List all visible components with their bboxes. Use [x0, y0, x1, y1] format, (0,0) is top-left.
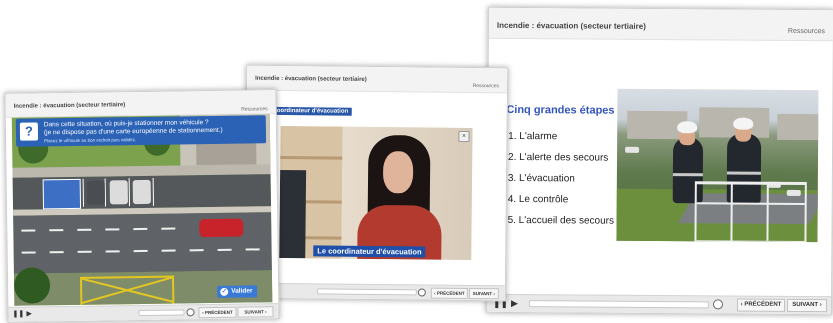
step-item: 3. L'évacuation: [507, 172, 575, 185]
step-item: 5. L'accueil des secours: [507, 214, 615, 227]
window-title: Incendie : évacuation (secteur tertiaire…: [255, 75, 367, 83]
step-item: 1. L'alarme: [508, 130, 558, 143]
road-marking: [245, 248, 260, 251]
resources-link[interactable]: Ressources: [473, 83, 499, 89]
next-button[interactable]: SUIVANT ›: [468, 287, 499, 300]
video-caption: Le coordinateur d'évacuation: [313, 245, 426, 258]
speaker-face: [382, 151, 414, 194]
question-icon: ?: [19, 122, 39, 141]
road-marking: [217, 248, 232, 251]
volume-knob[interactable]: [417, 288, 426, 297]
steps-heading: Cinq grandes étapes :: [506, 103, 622, 117]
lesson-window-middle: Incendie : évacuation (secteur tertiaire…: [243, 64, 509, 302]
road-marking: [77, 228, 92, 231]
reflective-stripe: [726, 171, 761, 175]
close-icon[interactable]: ×: [458, 130, 470, 142]
shelf-board: [280, 155, 343, 160]
road-marking: [105, 228, 120, 231]
resources-link[interactable]: Ressources: [241, 106, 267, 112]
parked-car: [132, 179, 151, 205]
photo-car: [625, 146, 640, 153]
window-title: Incendie : évacuation (secteur tertiaire…: [496, 20, 646, 31]
play-icon[interactable]: ▶: [511, 298, 518, 309]
window-titlebar: Incendie : évacuation (secteur tertiaire…: [246, 65, 508, 94]
road-marking: [21, 251, 36, 254]
window-titlebar: Incendie : évacuation (secteur tertiaire…: [488, 7, 833, 42]
previous-button[interactable]: ‹ PRÉCÉDENT: [198, 306, 237, 319]
resources-link[interactable]: Ressources: [788, 28, 825, 35]
question-subtext: (je ne dispose pas d'une carte européenn…: [43, 126, 223, 137]
instruction-hint: Placez le véhicule au bon endroit puis v…: [44, 137, 137, 144]
step-item: 2. L'alerte des secours: [507, 151, 609, 164]
next-button[interactable]: SUIVANT ›: [786, 298, 828, 313]
steps-list: 1. L'alarme 2. L'alerte des secours 3. L…: [508, 126, 615, 232]
volume-knob[interactable]: [186, 308, 195, 317]
question-banner: ? Dans cette situation, où puis-je stati…: [15, 115, 267, 147]
road-marking: [161, 227, 176, 230]
road-marking: [105, 250, 120, 253]
player-controls: ❚❚ ▶ ‹ PRÉCÉDENT SUIVANT ›: [486, 293, 832, 315]
basket-rail: [730, 184, 733, 241]
progress-track[interactable]: [528, 300, 710, 309]
road-marking: [189, 249, 204, 252]
player-controls: ❚❚ ▶ ‹ PRÉCÉDENT SUIVANT ›: [244, 282, 505, 301]
lesson-window-back: Incendie : évacuation (secteur tertiaire…: [485, 6, 833, 316]
video-monitor: [279, 169, 307, 259]
pause-icon[interactable]: ❚❚: [12, 310, 24, 318]
road-marking: [49, 251, 64, 254]
previous-button[interactable]: ‹ PRÉCÉDENT: [736, 298, 786, 312]
aerial-basket: [694, 181, 807, 243]
progress-track[interactable]: [316, 288, 417, 296]
next-button[interactable]: SUIVANT ›: [237, 306, 274, 318]
draggable-red-car[interactable]: [199, 218, 244, 238]
validate-button[interactable]: ✓ Valider: [217, 285, 258, 298]
play-icon[interactable]: ▶: [26, 310, 31, 318]
check-icon: ✓: [220, 287, 229, 296]
basket-rail: [766, 184, 769, 241]
firefighters-photo: [616, 88, 819, 243]
basket-rail: [696, 202, 805, 206]
parked-car: [86, 180, 105, 205]
window-title: Incendie : évacuation (secteur tertiaire…: [13, 102, 126, 110]
step-item: 4. Le contrôle: [507, 193, 569, 206]
volume-knob[interactable]: [712, 299, 724, 310]
progress-track[interactable]: [138, 309, 185, 317]
parked-car: [109, 180, 128, 205]
photo-building: [777, 113, 819, 141]
road-marking: [21, 229, 36, 232]
helmet-icon: [733, 117, 754, 130]
validate-label: Valider: [231, 287, 253, 295]
road-marking: [49, 229, 64, 232]
player-controls: ❚❚ ▶ ‹ PRÉCÉDENT SUIVANT ›: [8, 303, 279, 322]
road-marking: [161, 249, 176, 252]
road-marking: [77, 250, 92, 253]
helmet-icon: [677, 121, 698, 134]
road-marking: [133, 227, 148, 231]
video-player[interactable]: ×: [279, 125, 473, 261]
disabled-parking-bay[interactable]: [42, 178, 82, 210]
lesson-window-front: Incendie : évacuation (secteur tertiaire…: [4, 89, 280, 323]
previous-button[interactable]: ‹ PRÉCÉDENT: [430, 287, 468, 299]
reflective-stripe: [672, 173, 703, 177]
road-marking: [133, 249, 148, 253]
